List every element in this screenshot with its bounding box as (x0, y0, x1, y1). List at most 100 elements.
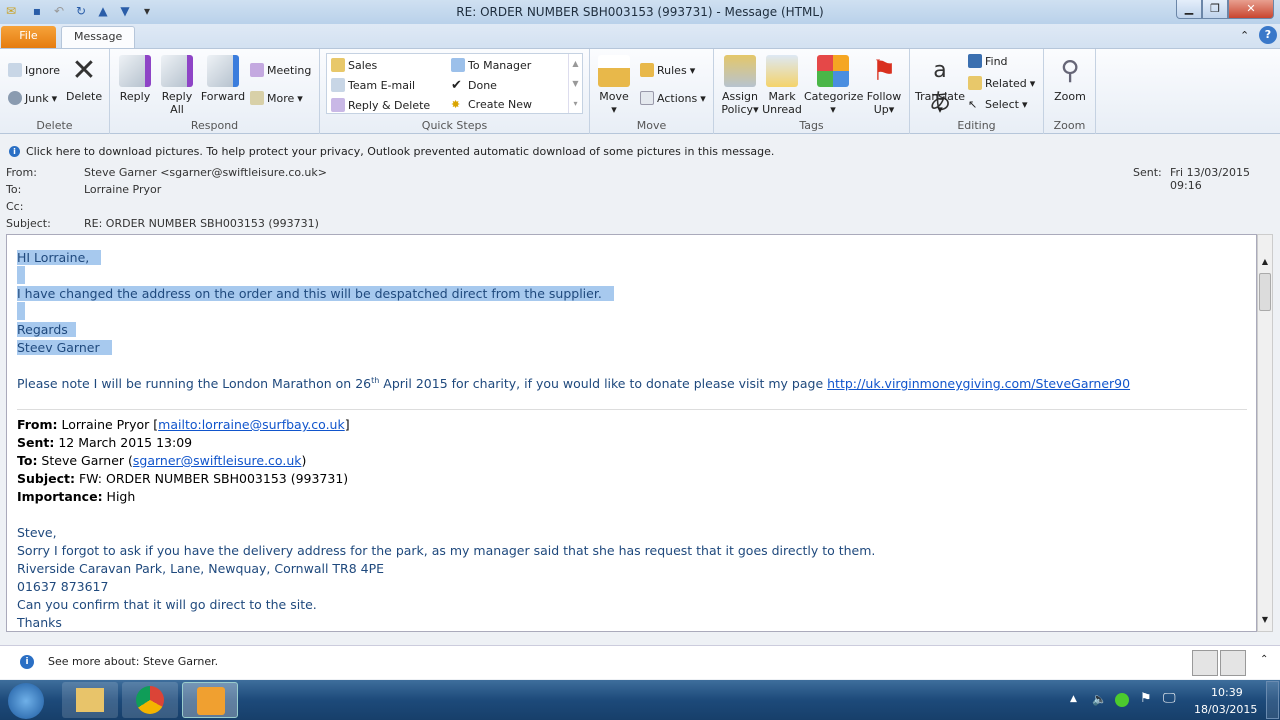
select-button[interactable]: ↖ Select ▾ (968, 98, 1027, 111)
actions-button[interactable]: Actions ▾ (640, 91, 706, 105)
find-button[interactable]: Find (968, 54, 1008, 68)
see-more-about[interactable]: See more about: Steve Garner. (48, 655, 218, 668)
rules-button[interactable]: Rules ▾ (640, 63, 695, 77)
group-quick-steps: Sales Team E-mail Reply & Delete To Mana… (320, 49, 590, 134)
cc-label: Cc: (6, 200, 24, 213)
quick-step-done[interactable]: ✔ Done (451, 78, 497, 93)
quoted-line: Can you confirm that it will go direct t… (17, 597, 317, 612)
reply-all-button[interactable]: Reply All (160, 55, 194, 116)
move-button[interactable]: Move ▾ (596, 55, 632, 116)
download-pictures-infobar[interactable]: i Click here to download pictures. To he… (0, 143, 1280, 161)
translate-icon: aあ (928, 58, 951, 115)
actions-label: Actions (657, 91, 698, 105)
delete-x-icon: ✕ (71, 53, 97, 88)
show-hidden-icons[interactable]: ▲ (1070, 694, 1077, 704)
ignore-icon (8, 63, 22, 77)
maximize-button[interactable]: ❐ (1202, 0, 1228, 19)
reply-all-label-1: Reply (161, 90, 193, 103)
quoted-to-link[interactable]: sgarner@swiftleisure.co.uk (133, 453, 302, 468)
donation-link[interactable]: http://uk.virginmoneygiving.com/SteveGar… (827, 376, 1130, 391)
delete-button[interactable]: ✕ Delete (66, 53, 103, 104)
scroll-down-icon[interactable]: ▼ (1259, 615, 1271, 629)
taskbar: ▲ 🔈 ⚑ 🖵 10:39 18/03/2015 (0, 680, 1280, 720)
group-label-delete: Delete (36, 119, 73, 132)
network-icon[interactable]: 🖵 (1163, 691, 1176, 706)
move-folder-icon (598, 55, 630, 87)
mark-unread-button[interactable]: Mark Unread (762, 55, 802, 116)
quoted-line: Steve, (17, 525, 57, 540)
assign-policy-button[interactable]: Assign Policy▾ (718, 55, 762, 116)
select-label: Select (985, 98, 1019, 111)
taskbar-explorer[interactable] (62, 682, 118, 718)
action-center-flag-icon[interactable]: ⚑ (1140, 691, 1152, 706)
translate-button[interactable]: aあ Translate ▾ (914, 55, 966, 116)
rules-icon (640, 63, 654, 77)
follow-up-label-1: Follow (866, 90, 902, 103)
show-desktop-button[interactable] (1266, 681, 1279, 719)
ignore-button[interactable]: Ignore (8, 63, 60, 77)
related-button[interactable]: Related ▾ (968, 76, 1035, 90)
zoom-button[interactable]: ⚲ Zoom (1048, 55, 1092, 103)
bracket: ) (301, 453, 307, 468)
quick-step-reply-delete[interactable]: Reply & Delete (331, 98, 430, 112)
team-email-icon (331, 78, 345, 92)
subject-value: RE: ORDER NUMBER SBH003153 (993731) (84, 217, 319, 230)
scroll-thumb[interactable] (1259, 273, 1271, 311)
more-button[interactable]: More ▾ (250, 91, 303, 105)
scroll-up-icon[interactable]: ▲ (1259, 257, 1271, 271)
start-button[interactable] (8, 683, 44, 719)
quick-steps-scroll[interactable]: ▲ ▼ ▾ (568, 54, 582, 113)
follow-up-button[interactable]: ⚑ Follow Up▾ (864, 55, 904, 117)
collapse-ribbon-icon[interactable]: ⌃ (1240, 29, 1249, 42)
delete-label: Delete (66, 90, 103, 103)
ignore-label: Ignore (25, 63, 60, 77)
tab-message[interactable]: Message (61, 26, 136, 48)
reply-button[interactable]: Reply (118, 55, 152, 103)
reply-icon (119, 55, 151, 87)
junk-button[interactable]: Junk ▾ (8, 91, 57, 105)
clock-time[interactable]: 10:39 (1211, 686, 1243, 699)
chrome-icon (136, 686, 164, 714)
clock-date[interactable]: 18/03/2015 (1194, 703, 1257, 716)
to-label: To: (6, 183, 22, 196)
quick-step-label: Team E-mail (348, 78, 416, 92)
categorize-button[interactable]: Categorize ▾ (804, 55, 863, 116)
vertical-scrollbar[interactable]: ▲ ▼ (1257, 234, 1273, 632)
sales-icon (331, 58, 345, 72)
note-text: April 2015 for charity, if you would lik… (379, 376, 828, 392)
group-label-tags: Tags (799, 119, 824, 132)
find-label: Find (985, 54, 1008, 68)
ribbon-tabs: File Message ⌃ ? (0, 24, 1280, 48)
signature-name: Steev Garner (17, 340, 100, 355)
to-value[interactable]: Lorraine Pryor (84, 183, 161, 196)
expand-people-pane-icon[interactable]: ⌃ (1260, 654, 1268, 665)
window-title: RE: ORDER NUMBER SBH003153 (993731) - Me… (456, 5, 824, 19)
quoted-importance-label: Importance: (17, 489, 103, 504)
quoted-line: Sorry I forgot to ask if you have the de… (17, 543, 876, 558)
status-green-icon[interactable] (1115, 693, 1129, 707)
taskbar-chrome[interactable] (122, 682, 178, 718)
minimize-button[interactable]: ▁ (1176, 0, 1202, 19)
quick-step-team-email[interactable]: Team E-mail (331, 78, 415, 92)
quick-step-create-new[interactable]: ✸ Create New (451, 98, 532, 111)
quoted-sent: 12 March 2015 13:09 (54, 435, 193, 450)
quick-step-sales[interactable]: Sales (331, 58, 377, 72)
junk-icon (8, 91, 22, 105)
contact-photo-icon[interactable] (1192, 650, 1218, 676)
quick-step-to-manager[interactable]: To Manager (451, 58, 531, 72)
taskbar-outlook[interactable] (182, 682, 238, 718)
message-body[interactable]: HI Lorraine, I have changed the address … (6, 234, 1257, 632)
meeting-button[interactable]: Meeting (250, 63, 311, 77)
info-icon: i (20, 655, 34, 669)
tab-file[interactable]: File (1, 26, 56, 48)
mark-unread-label-2: Unread (762, 103, 802, 116)
from-value[interactable]: Steve Garner <sgarner@swiftleisure.co.uk… (84, 166, 327, 179)
help-icon[interactable]: ? (1259, 26, 1277, 44)
forward-button[interactable]: Forward (200, 55, 246, 103)
quoted-email-link[interactable]: mailto:lorraine@surfbay.co.uk (158, 417, 345, 432)
body-line: I have changed the address on the order … (17, 286, 602, 301)
volume-muted-icon[interactable]: 🔈 (1092, 692, 1107, 706)
contact-photo-icon[interactable] (1220, 650, 1246, 676)
close-button[interactable]: ✕ (1228, 0, 1274, 19)
subject-label: Subject: (6, 217, 51, 230)
